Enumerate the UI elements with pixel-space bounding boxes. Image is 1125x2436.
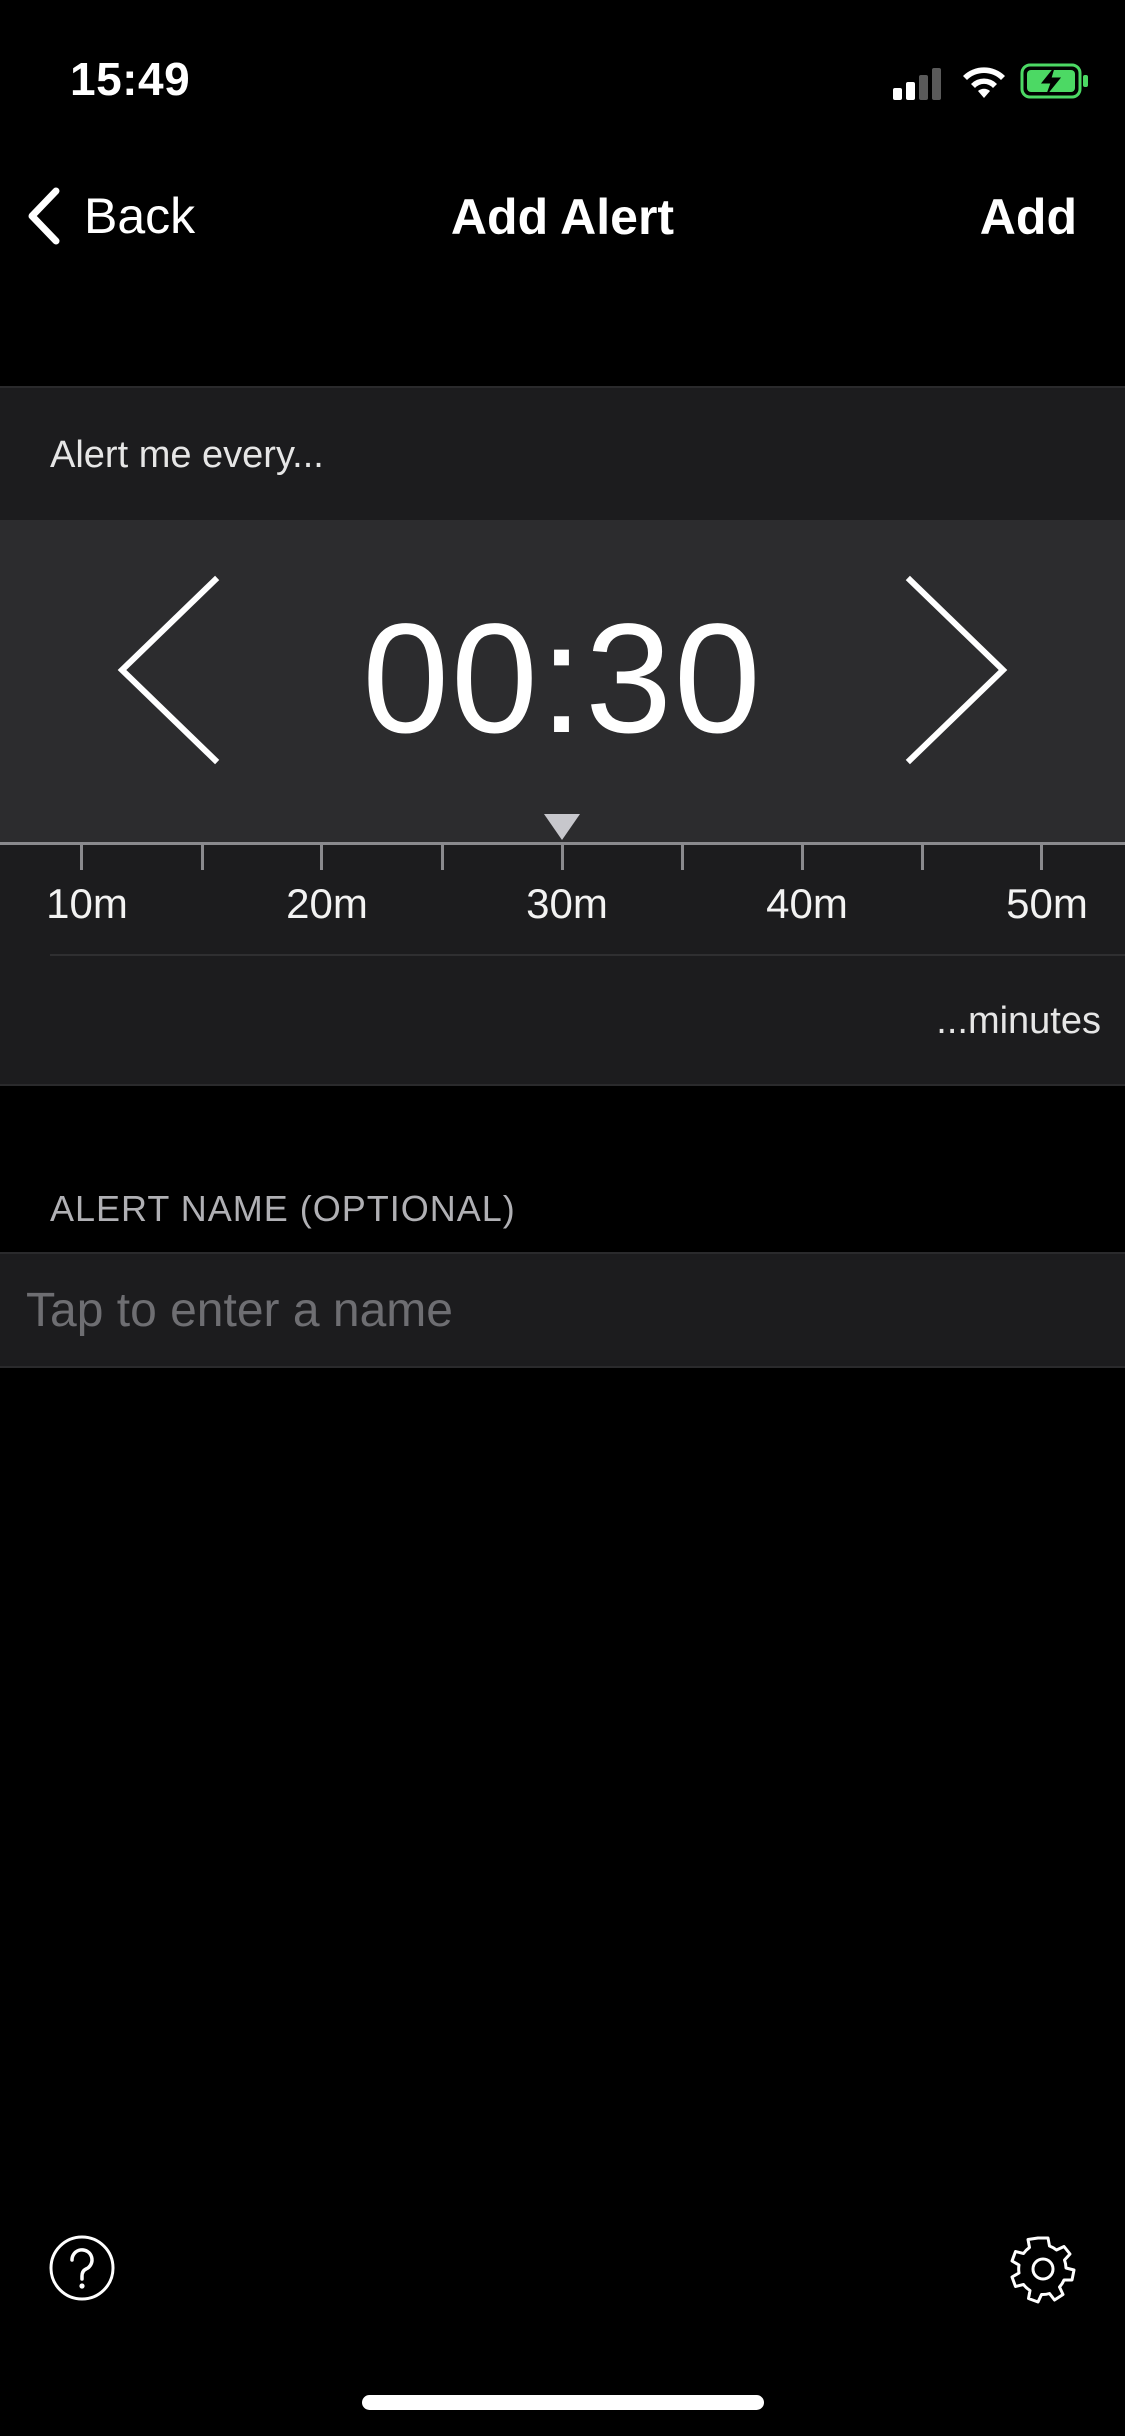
alert-name-input[interactable] <box>26 1254 1106 1366</box>
ruler-label-30m: 30m <box>526 880 608 927</box>
alert-name-section-header: ALERT NAME (OPTIONAL) <box>50 1188 516 1229</box>
ruler-tick <box>801 842 804 870</box>
status-bar: 15:49 <box>0 0 1125 140</box>
wifi-icon <box>963 67 1005 98</box>
increase-interval-button[interactable] <box>895 570 1015 770</box>
gear-icon[interactable] <box>1008 2234 1078 2304</box>
home-indicator <box>362 2395 764 2410</box>
add-button[interactable]: Add <box>980 188 1077 246</box>
ruler-tick <box>201 842 204 870</box>
time-picker-panel: 00:30 <box>0 520 1125 842</box>
ruler-pointer-icon <box>544 814 580 840</box>
ruler-tick <box>921 842 924 870</box>
ruler-tick <box>320 842 323 870</box>
battery-charging-icon <box>1020 63 1088 99</box>
ruler-label-40m: 40m <box>766 880 848 927</box>
page-title: Add Alert <box>450 189 675 245</box>
ruler-tick <box>681 842 684 870</box>
question-circle-icon[interactable] <box>48 2234 116 2302</box>
navigation-bar: Back Add Alert Add <box>0 170 1125 260</box>
ruler-label-50m: 50m <box>1006 880 1088 927</box>
cellular-signal-icon <box>893 66 943 100</box>
status-time: 15:49 <box>70 53 191 105</box>
ruler-label-10m: 10m <box>46 880 128 927</box>
minutes-unit-label: ...minutes <box>936 1000 1101 1042</box>
alert-name-row <box>0 1252 1125 1368</box>
interval-heading: Alert me every... <box>50 434 324 476</box>
divider <box>50 954 1125 956</box>
ruler-label-20m: 20m <box>286 880 368 927</box>
interval-card: Alert me every... 00:30 10m 20m 30m 40m … <box>0 386 1125 1086</box>
add-alert-screen: 15:49 Back Add Alert Add Alert me every.… <box>0 0 1125 2436</box>
ruler-tick <box>441 842 444 870</box>
ruler-tick <box>80 842 83 870</box>
ruler-tick <box>1040 842 1043 870</box>
minutes-ruler-slider[interactable]: 10m 20m 30m 40m 50m <box>0 814 1125 962</box>
ruler-tick <box>561 842 564 870</box>
